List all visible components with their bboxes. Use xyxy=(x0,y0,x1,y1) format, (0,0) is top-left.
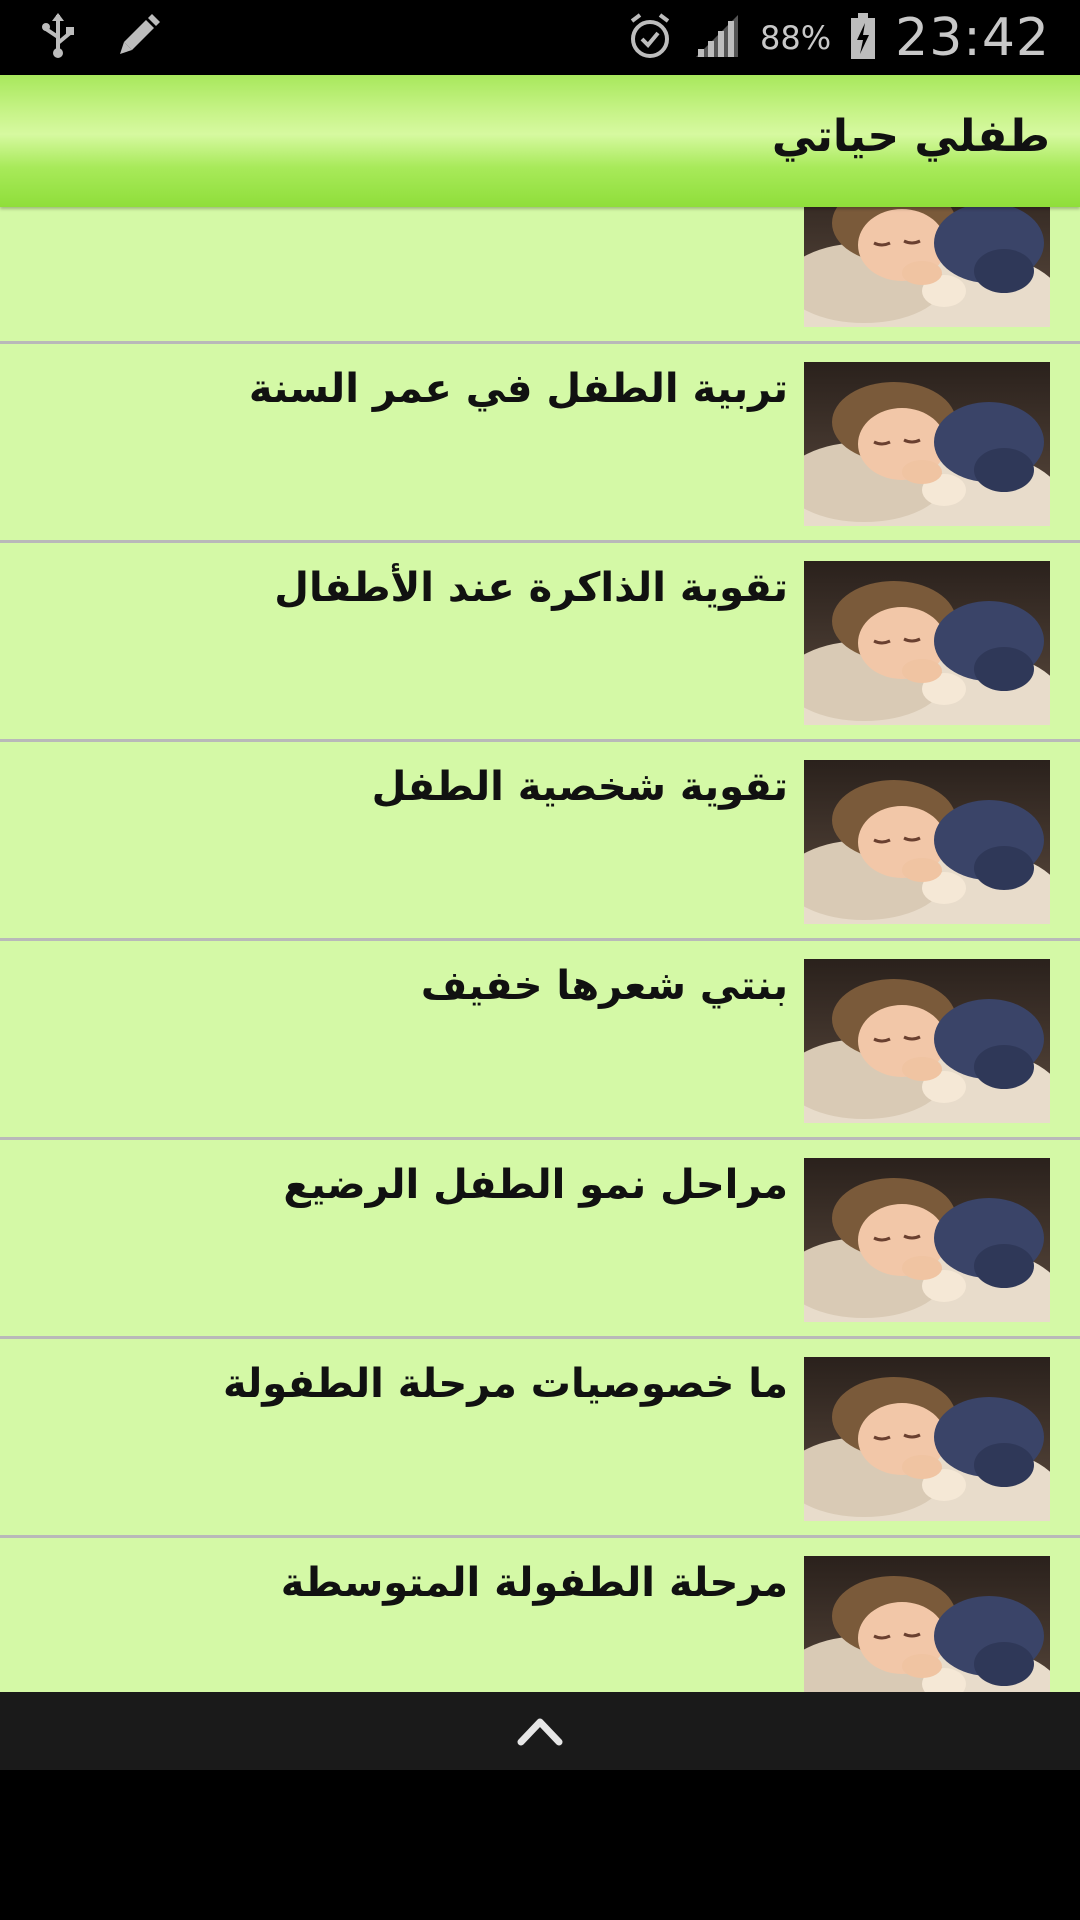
battery-percent: 88% xyxy=(760,19,832,57)
list-item[interactable]: تقوية شخصية الطفل xyxy=(0,742,1080,941)
item-thumbnail xyxy=(804,1357,1050,1521)
item-thumbnail xyxy=(804,362,1050,526)
item-title: تربية الطفل في عمر السنة xyxy=(248,366,788,412)
list-item[interactable] xyxy=(0,207,1080,344)
list-item[interactable]: مراحل نمو الطفل الرضيع xyxy=(0,1140,1080,1339)
item-thumbnail xyxy=(804,1556,1050,1692)
chevron-up-icon[interactable] xyxy=(515,1712,565,1750)
item-title: تقوية الذاكرة عند الأطفال xyxy=(274,565,788,611)
item-title: تقوية شخصية الطفل xyxy=(371,764,788,810)
battery-charging-icon xyxy=(849,11,877,65)
clock: 23:42 xyxy=(895,8,1050,68)
list-item[interactable]: مرحلة الطفولة المتوسطة xyxy=(0,1538,1080,1692)
list-item[interactable]: ما خصوصيات مرحلة الطفولة xyxy=(0,1339,1080,1538)
item-thumbnail xyxy=(804,561,1050,725)
status-bar: 88% 23:42 xyxy=(0,0,1080,75)
item-title: ما خصوصيات مرحلة الطفولة xyxy=(223,1361,788,1407)
signal-icon xyxy=(692,11,742,65)
item-title: بنتي شعرها خفيف xyxy=(420,963,788,1009)
item-title: مراحل نمو الطفل الرضيع xyxy=(283,1162,788,1208)
screen-bottom xyxy=(0,1770,1080,1920)
item-thumbnail xyxy=(804,760,1050,924)
item-thumbnail xyxy=(804,1158,1050,1322)
alarm-icon xyxy=(626,11,674,65)
list-item[interactable]: تربية الطفل في عمر السنة xyxy=(0,344,1080,543)
app-title: طفلي حياتي xyxy=(771,111,1050,162)
pencil-icon xyxy=(116,12,162,62)
article-list[interactable]: تربية الطفل في عمر السنة تقوية الذاكرة ع… xyxy=(0,207,1080,1692)
item-thumbnail xyxy=(804,959,1050,1123)
usb-icon xyxy=(40,11,76,63)
list-item[interactable]: بنتي شعرها خفيف xyxy=(0,941,1080,1140)
app-bar: طفلي حياتي xyxy=(0,75,1080,207)
list-item[interactable]: تقوية الذاكرة عند الأطفال xyxy=(0,543,1080,742)
bottom-bar xyxy=(0,1692,1080,1770)
item-title: مرحلة الطفولة المتوسطة xyxy=(280,1560,788,1606)
item-thumbnail xyxy=(804,207,1050,327)
